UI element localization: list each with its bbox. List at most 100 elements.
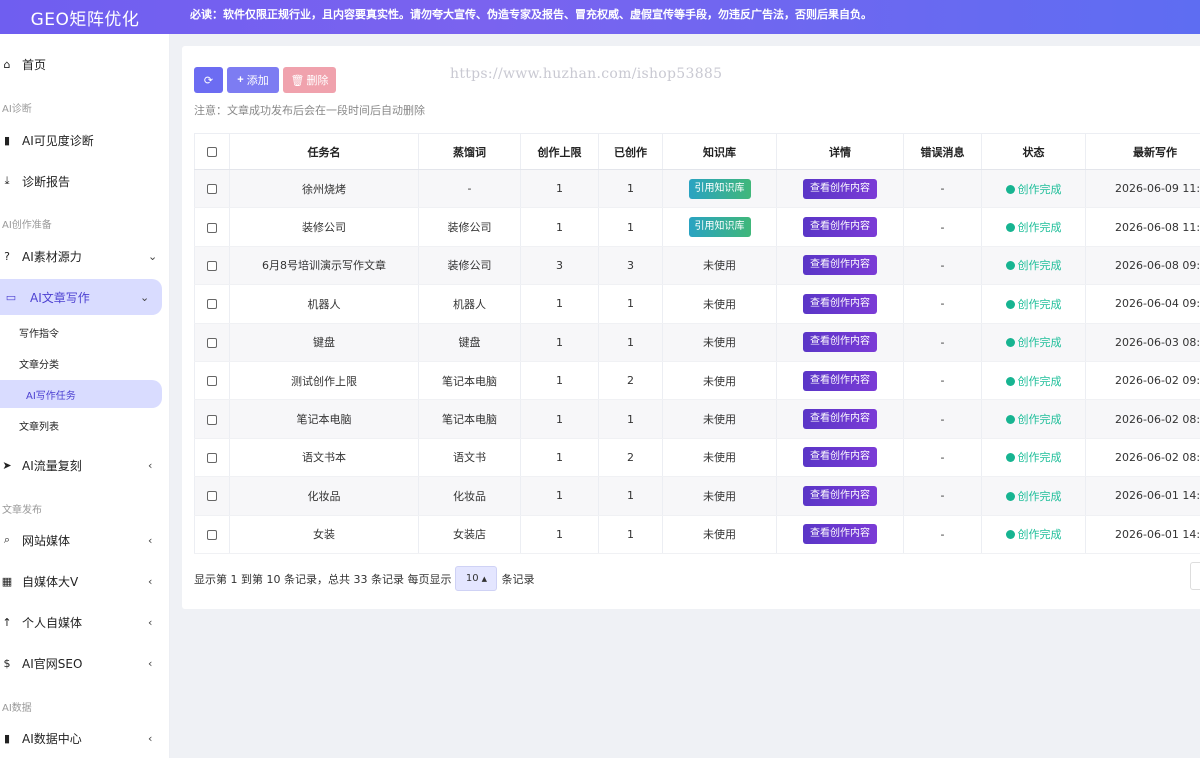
table-row[interactable]: 化妆品化妆品11未使用查看创作内容-创作完成2026-06-01 14:06 <box>194 476 1200 516</box>
page-size-select[interactable]: 10 ▲ <box>455 566 498 591</box>
table-row[interactable]: 笔记本电脑 笔记本电脑 1 1 未使用 查看创作内容 - 创作完成 2026-06-02 08:… <box>194 399 1200 439</box>
cell-keyword: 装修公司 <box>418 246 521 286</box>
row-checkbox[interactable] <box>207 222 217 233</box>
view-content-button[interactable]: 查看创作内容 <box>803 178 877 199</box>
column-header-detail[interactable]: 详情 <box>776 133 904 170</box>
cell-latest: 2026-06-02 08:41 <box>1085 438 1200 478</box>
chevron-left-icon: ‹ <box>148 458 153 472</box>
kb-unused-text: 未使用 <box>703 451 736 465</box>
sidebar-subitem-list[interactable]: 文章列表 <box>0 411 162 439</box>
row-checkbox[interactable] <box>207 376 217 387</box>
cell-keyword: 女装店 <box>418 515 521 554</box>
table-row[interactable]: 6月8号培训演示写作文章 装修公司 3 3 未使用 查看创作内容 - 创作完成 2026-06-… <box>194 246 1200 286</box>
column-header-keyword[interactable]: 蒸馏词 <box>418 133 521 170</box>
column-header-error[interactable]: 错误消息 <box>903 133 982 170</box>
sidebar-item-label: AI流量复刻 <box>22 458 82 473</box>
sidebar-subitem-category[interactable]: 文章分类 <box>0 349 162 377</box>
sidebar-subitem-task[interactable]: AI写作任务 <box>0 380 162 408</box>
add-button[interactable]: + 添加 <box>227 67 279 93</box>
cell-limit: 1 <box>520 438 599 478</box>
row-checkbox[interactable] <box>207 184 217 195</box>
table-header-row: 任务名 蒸馏词 创作上限 已创作 知识库 详情 错误消息 状态 最新写作 <box>194 133 1200 170</box>
chevron-down-icon: ⌄ <box>140 290 150 304</box>
row-checkbox[interactable] <box>207 337 217 348</box>
column-header-name[interactable]: 任务名 <box>229 133 419 170</box>
column-header-status[interactable]: 状态 <box>981 133 1086 170</box>
status-dot-icon <box>1005 530 1015 540</box>
view-content-button[interactable]: 查看创作内容 <box>803 255 877 276</box>
cell-latest: 2026-06-02 09:06 <box>1085 361 1200 401</box>
sidebar-item-site-media[interactable]: ⌕ 网站媒体 ‹ <box>0 522 170 558</box>
row-checkbox[interactable] <box>207 491 217 502</box>
view-content-button[interactable]: 查看创作内容 <box>803 332 877 353</box>
chevron-down-icon: ⌄ <box>148 249 158 263</box>
sidebar-item-label: AI素材源力 <box>22 249 82 264</box>
view-content-button[interactable]: 查看创作内容 <box>803 293 877 314</box>
row-checkbox[interactable] <box>207 452 217 463</box>
sidebar-item-home[interactable]: ⌂ 首页 <box>0 46 170 82</box>
cell-limit: 3 <box>520 246 599 286</box>
kb-reference-button[interactable]: 引用知识库 <box>688 217 751 238</box>
column-header-limit[interactable]: 创作上限 <box>520 133 599 170</box>
cell-status: 创作完成 <box>981 207 1086 247</box>
chevron-left-icon: ‹ <box>148 574 153 588</box>
page-nav-button[interactable] <box>1190 562 1200 590</box>
table-row[interactable]: 装修公司 装修公司 1 1 引用知识库 查看创作内容 - 创作完成 2026-06-08 11:… <box>194 207 1200 247</box>
cell-latest: 2026-06-02 08:55 <box>1085 399 1200 439</box>
sidebar-item-visibility[interactable]: ▮ AI可见度诊断 <box>0 122 170 158</box>
row-checkbox[interactable] <box>207 414 217 425</box>
refresh-button[interactable]: ⟳ <box>194 67 223 93</box>
cell-status: 创作完成 <box>981 515 1086 554</box>
cell-latest: 2026-06-08 09:48 <box>1085 246 1200 286</box>
sidebar-item-self-media-v[interactable]: ▦ 自媒体大V ‹ <box>0 563 170 599</box>
table-row[interactable]: 键盘键盘11未使用查看创作内容-创作完成2026-06-03 08:53 <box>194 323 1200 362</box>
cell-detail: 查看创作内容 <box>776 476 904 516</box>
sidebar-item-personal-media[interactable]: ↑ 个人自媒体 ‹ <box>0 604 170 640</box>
sidebar-item-writing[interactable]: ▭ AI文章写作 ⌄ <box>0 279 162 315</box>
table-row[interactable]: 女装女装店11未使用查看创作内容-创作完成2026-06-01 14:06 <box>194 515 1200 554</box>
table-row[interactable]: 徐州烧烤-11引用知识库查看创作内容-创作完成2026-06-09 11:21 <box>194 169 1200 209</box>
sidebar-item-label: 首页 <box>22 57 47 72</box>
row-select-cell <box>194 438 230 478</box>
row-checkbox[interactable] <box>207 299 217 310</box>
chevron-left-icon: ‹ <box>148 533 153 547</box>
column-header-created[interactable]: 已创作 <box>598 133 663 170</box>
view-content-button[interactable]: 查看创作内容 <box>803 485 877 506</box>
status-badge: 创作完成 <box>1005 259 1062 272</box>
sidebar-item-report[interactable]: ⤓ 诊断报告 <box>0 163 170 199</box>
kb-reference-button[interactable]: 引用知识库 <box>688 178 751 199</box>
watermark-text: https://www.huzhan.com/ishop53885 <box>450 66 723 82</box>
sidebar-subitem-cmd[interactable]: 写作指令 <box>0 318 162 346</box>
kb-unused-text: 未使用 <box>703 259 736 273</box>
select-all-checkbox[interactable] <box>207 147 217 157</box>
view-content-button[interactable]: 查看创作内容 <box>803 409 877 430</box>
status-text: 创作完成 <box>1017 297 1062 311</box>
view-content-button[interactable]: 查看创作内容 <box>803 524 877 545</box>
table-row[interactable]: 语文书本语文书12 未使用 查看创作内容 - 创作完成 2026-06-02 08:41 <box>194 438 1200 478</box>
cell-limit: 1 <box>520 361 599 401</box>
column-header-latest[interactable]: 最新写作 <box>1085 133 1200 170</box>
view-content-button[interactable]: 查看创作内容 <box>803 370 877 391</box>
row-checkbox[interactable] <box>207 260 217 271</box>
kb-unused-text: 未使用 <box>703 297 736 311</box>
table-row[interactable]: 机器人机器人11未使用查看创作内容-创作完成2026-06-04 09:58 <box>194 284 1200 324</box>
row-select-cell <box>194 361 230 401</box>
table-row[interactable]: 测试创作上限 笔记本电脑 1 2 未使用 查看创作内容 - 创作完成 2026-06-02 09… <box>194 361 1200 401</box>
sidebar-item-data-center[interactable]: ▮ AI数据中心 ‹ <box>0 720 170 756</box>
view-content-button[interactable]: 查看创作内容 <box>803 217 877 238</box>
cell-error: - <box>903 476 982 516</box>
delete-button[interactable]: 🗑 删除 <box>283 67 336 93</box>
sidebar-item-material[interactable]: ? AI素材源力 ⌄ <box>0 238 170 274</box>
sidebar-item-traffic[interactable]: ➤ AI流量复刻 ‹ <box>0 447 170 483</box>
row-checkbox[interactable] <box>207 529 217 540</box>
brand-logo[interactable]: GEO矩阵优化 <box>0 0 170 34</box>
kb-unused-text: 未使用 <box>703 374 736 388</box>
column-header-kb[interactable]: 知识库 <box>662 133 777 170</box>
cell-status: 创作完成 <box>981 399 1086 439</box>
add-label: 添加 <box>246 75 269 87</box>
chevron-left-icon: ‹ <box>148 656 153 670</box>
cell-kb: 未使用 <box>662 515 777 554</box>
sidebar-item-seo[interactable]: $ AI官网SEO ‹ <box>0 645 170 681</box>
cell-error: - <box>903 515 982 554</box>
view-content-button[interactable]: 查看创作内容 <box>803 447 877 468</box>
